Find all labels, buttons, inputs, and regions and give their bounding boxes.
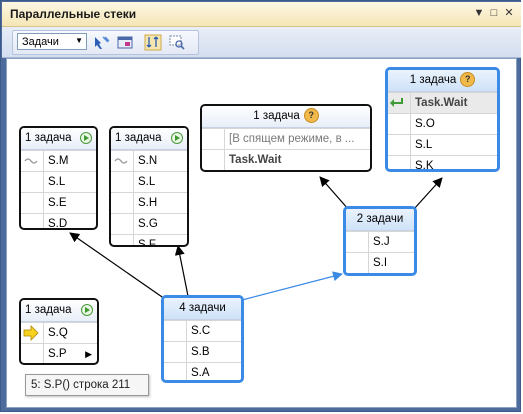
stack-node[interactable]: 1 задача S.M S.L S.E S.D [19,126,98,230]
frame-row[interactable]: S.G [111,213,187,234]
arrow-to-two-tasks [241,271,343,301]
toggle-method-view-icon[interactable] [93,34,111,51]
frame-row[interactable]: S.F [111,234,187,245]
frame-row[interactable]: S.D [21,213,96,228]
play-icon[interactable] [80,132,92,144]
node-header: 1 задача [21,128,96,150]
node-header: 1 задача [21,300,97,322]
toolbar: Задачи ▼ [2,27,521,58]
frame-row[interactable]: S.K [388,155,497,169]
frame-row[interactable]: S.C [164,320,241,341]
return-arrow-icon [388,93,411,113]
node-header: 1 задача? [202,106,370,128]
thread-marker-icon [21,151,44,171]
tooltip: 5: S.P() строка 211 [25,374,149,396]
stack-node[interactable]: 4 задачи S.C S.B S.A [161,295,244,383]
play-icon[interactable] [81,304,93,316]
stack-node[interactable]: 1 задача S.Q S.P ▶ [19,298,99,365]
frame-row[interactable]: S.E [21,192,96,213]
frame-row[interactable]: S.P ▶ [21,343,97,363]
view-select-value: Задачи [22,36,59,48]
node-header: 1 задача? [388,70,497,92]
window-title: Параллельные стеки [10,7,137,21]
frame-row[interactable]: S.O [388,113,497,134]
close-button[interactable]: ✕ [502,6,516,20]
thread-marker-icon [111,151,134,171]
arrow-to-stack-2 [174,245,189,297]
frame-row[interactable]: S.A [164,362,241,380]
window-menu-button[interactable]: ▼ [472,6,486,20]
chevron-down-icon: ▼ [75,36,83,45]
frame-row[interactable]: Task.Wait [202,149,370,170]
node-header: 1 задача [111,128,187,150]
caret-right-icon: ▶ [85,349,92,359]
frame-row[interactable]: S.L [388,134,497,155]
frame-row[interactable]: S.M [21,150,96,171]
stack-node[interactable]: 1 задача? [В спящем режиме, в ... Task.W… [200,104,372,172]
frame-row[interactable]: S.B [164,341,241,362]
stack-node[interactable]: 2 задачи S.J S.I [343,206,417,276]
node-title: 2 задачи [356,213,404,225]
node-title: 1 задача [409,74,457,86]
external-code-icon[interactable] [116,34,134,51]
stack-node[interactable]: 1 задача? Task.Wait S.O S.L S.K [385,67,500,172]
question-icon: ? [303,108,319,124]
frame-row[interactable]: [В спящем режиме, в ... [202,128,370,149]
view-select[interactable]: Задачи ▼ [17,33,87,50]
maximize-button[interactable]: □ [487,6,501,20]
zoom-icon[interactable] [168,34,186,51]
frame-row[interactable]: S.L [111,171,187,192]
current-frame-arrow-icon [21,323,44,343]
toolbar-group: Задачи ▼ [12,30,199,55]
node-header: 4 задачи [164,298,241,320]
frame-row[interactable]: S.J [346,231,414,252]
frame-row[interactable]: S.I [346,252,414,273]
frame-row[interactable]: Task.Wait [388,92,497,113]
node-title: 1 задача [253,110,300,122]
node-title: 1 задача [25,132,72,144]
frame-row[interactable]: S.H [111,192,187,213]
node-title: 1 задача [115,132,162,144]
arrow-to-stack-4 [413,177,443,210]
stacks-canvas[interactable]: 1 задача S.M S.L S.E S.D 1 задача S.N S.… [6,58,517,408]
title-bar: Параллельные стеки ▼ □ ✕ [2,2,521,27]
auto-scroll-icon[interactable] [144,34,162,51]
question-icon: ? [460,72,476,88]
node-title: 4 задачи [179,302,226,314]
frame-row[interactable]: S.L [21,171,96,192]
frame-row[interactable]: S.Q [21,322,97,343]
node-header: 2 задачи [346,209,414,231]
play-icon[interactable] [171,132,183,144]
parallel-stacks-window: Параллельные стеки ▼ □ ✕ Задачи ▼ 1 зада… [0,0,521,412]
stack-node[interactable]: 1 задача S.N S.L S.H S.G S.F [109,126,189,247]
node-title: 1 задача [25,304,72,316]
frame-row[interactable]: S.N [111,150,187,171]
arrow-to-stack-3 [319,176,350,211]
